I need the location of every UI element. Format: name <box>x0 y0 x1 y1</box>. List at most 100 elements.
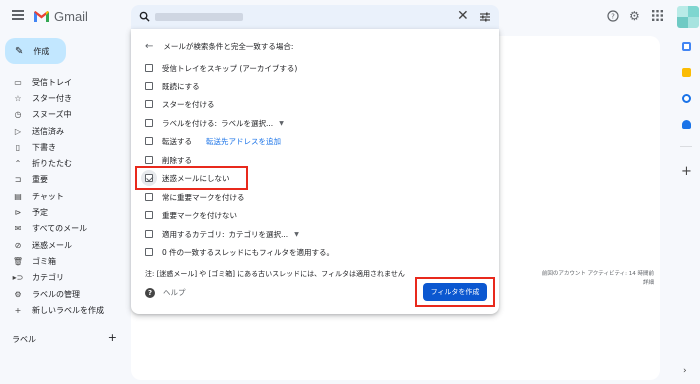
all-mail-icon: ✉ <box>14 224 22 234</box>
help-link[interactable]: ? ヘルプ <box>145 287 186 298</box>
sidebar-item-starred[interactable]: ☆ スター付き <box>0 90 125 106</box>
keep-icon[interactable] <box>682 68 691 77</box>
option-mark-read[interactable]: 既読にする <box>145 80 200 92</box>
sidebar-item-drafts[interactable]: ▯ 下書き <box>0 139 125 155</box>
chat-icon: ▤ <box>14 191 22 201</box>
option-delete[interactable]: 削除する <box>145 154 192 166</box>
option-label: 重要マークを付けない <box>162 210 237 220</box>
option-skip-inbox[interactable]: 受信トレイをスキップ (アーカイブする) <box>145 62 297 74</box>
sidebar-item-label: 受信トレイ <box>32 77 72 87</box>
sidebar-item-collapse[interactable]: ⌃ 折りたたむ <box>0 155 125 171</box>
option-label: 削除する <box>162 155 192 165</box>
draft-icon: ▯ <box>15 142 21 152</box>
option-label: 既読にする <box>162 81 200 91</box>
sidebar-item-inbox[interactable]: ▭ 受信トレイ <box>0 74 125 90</box>
sidebar-item-label: 予定 <box>32 208 48 218</box>
sidebar-item-categories[interactable]: ▸⊃ カテゴリ <box>0 270 125 286</box>
dropdown-caret-icon[interactable]: ▼ <box>279 120 284 127</box>
sidebar-item-label: 下書き <box>32 142 56 152</box>
get-addons-plus-icon[interactable]: + <box>681 165 692 178</box>
clear-search-icon[interactable]: ✕ <box>457 8 469 24</box>
rail-divider <box>680 146 692 147</box>
compose-label: 作成 <box>33 46 50 56</box>
option-label: ラベルを付ける: <box>162 118 218 128</box>
account-activity: 前回のアカウント アクティビティ: 14 時間前 詳細 <box>530 270 654 288</box>
option-always-important[interactable]: 常に重要マークを付ける <box>145 191 245 203</box>
highlight-box-never-spam <box>135 166 248 190</box>
sidebar-item-manage-labels[interactable]: ⚙ ラベルの管理 <box>0 286 125 302</box>
option-label: 転送する <box>162 136 192 146</box>
sidebar-item-sent[interactable]: ▷ 送信済み <box>0 123 125 139</box>
sidebar-item-label: 重要 <box>32 175 48 185</box>
gmail-logo[interactable]: Gmail <box>33 9 88 24</box>
sidebar-item-all-mail[interactable]: ✉ すべてのメール <box>0 221 125 237</box>
apps-grid-icon[interactable] <box>652 10 663 23</box>
filter-header: ← メールが検索条件と完全一致する場合: <box>145 41 293 52</box>
option-never-important[interactable]: 重要マークを付けない <box>145 209 237 221</box>
labels-title: ラベル <box>12 335 36 344</box>
important-icon: ⊐ <box>14 175 22 185</box>
expand-panel-chevron-icon[interactable]: › <box>683 366 687 376</box>
checkbox[interactable] <box>145 156 153 164</box>
sidebar-item-important[interactable]: ⊐ 重要 <box>0 172 125 188</box>
sidebar-item-label: ゴミ箱 <box>32 256 56 266</box>
plus-icon: + <box>14 305 22 315</box>
filter-options-dialog: ← メールが検索条件と完全一致する場合: 受信トレイをスキップ (アーカイブする… <box>131 29 499 314</box>
checkbox[interactable] <box>145 211 153 219</box>
activity-details-link[interactable]: 詳細 <box>530 279 654 288</box>
sidebar-item-label: チャット <box>32 191 64 201</box>
label-select[interactable]: ラベルを選択... <box>221 118 273 129</box>
back-arrow-icon[interactable]: ← <box>145 41 153 52</box>
trash-icon: 🗑 <box>12 256 24 266</box>
sidebar-item-label: 折りたたむ <box>32 159 72 169</box>
option-categorize[interactable]: 適用するカテゴリ: カテゴリを選択... ▼ <box>145 228 299 240</box>
settings-gear-icon[interactable]: ⚙ <box>629 10 640 22</box>
search-bar[interactable]: ✕ <box>131 5 499 29</box>
sidebar-item-chat[interactable]: ▤ チャット <box>0 188 125 204</box>
checkbox[interactable] <box>145 119 153 127</box>
app-name: Gmail <box>54 9 88 24</box>
option-forward[interactable]: 転送する 転送先アドレスを追加 <box>145 135 281 147</box>
option-label: 0 件の一致するスレッドにもフィルタを適用する。 <box>162 247 335 257</box>
sidebar-item-spam[interactable]: ⊘ 迷惑メール <box>0 237 125 253</box>
option-apply-label[interactable]: ラベルを付ける: ラベルを選択... ▼ <box>145 117 284 129</box>
help-label: ヘルプ <box>163 288 186 297</box>
filter-notice: 注: [迷惑メール] や [ゴミ箱] にある古いスレッドには、フィルタは適用され… <box>145 270 405 278</box>
checkbox[interactable] <box>145 100 153 108</box>
tasks-icon[interactable] <box>682 94 691 103</box>
add-label-icon[interactable]: + <box>108 332 117 345</box>
spam-icon: ⊘ <box>14 240 22 250</box>
checkbox[interactable] <box>145 230 153 238</box>
search-query-blurred[interactable] <box>155 13 243 21</box>
sidebar-item-trash[interactable]: 🗑 ゴミ箱 <box>0 253 125 269</box>
checkbox[interactable] <box>145 193 153 201</box>
contacts-icon[interactable] <box>682 120 691 129</box>
filter-header-text: メールが検索条件と完全一致する場合: <box>163 42 294 51</box>
help-icon[interactable]: ? <box>607 10 619 24</box>
checkbox[interactable] <box>145 248 153 256</box>
compose-button[interactable]: ✎ 作成 <box>5 38 66 64</box>
highlight-box-create-filter <box>415 277 495 307</box>
search-icon[interactable] <box>139 11 150 22</box>
checkbox[interactable] <box>145 64 153 72</box>
sidebar-item-label: カテゴリ <box>32 273 64 283</box>
search-options-icon[interactable] <box>479 11 491 23</box>
add-forward-address-link[interactable]: 転送先アドレスを追加 <box>206 136 281 147</box>
category-icon: ▸⊃ <box>12 273 24 283</box>
sidebar-item-label: 送信済み <box>32 126 64 136</box>
clock-icon: ◷ <box>14 110 22 120</box>
option-apply-to-matching[interactable]: 0 件の一致するスレッドにもフィルタを適用する。 <box>145 246 334 258</box>
calendar-icon[interactable] <box>682 42 691 51</box>
main-menu-icon[interactable] <box>12 10 24 20</box>
checkbox[interactable] <box>145 137 153 145</box>
sidebar-item-snoozed[interactable]: ◷ スヌーズ中 <box>0 107 125 123</box>
sidebar-nav: ▭ 受信トレイ ☆ スター付き ◷ スヌーズ中 ▷ 送信済み ▯ 下書き ⌃ 折りたたむ ⊐… <box>0 74 125 318</box>
checkbox[interactable] <box>145 82 153 90</box>
category-select[interactable]: カテゴリを選択... <box>229 229 289 240</box>
inbox-icon: ▭ <box>14 77 22 87</box>
sidebar-item-create-label[interactable]: + 新しいラベルを作成 <box>0 302 125 318</box>
dropdown-caret-icon[interactable]: ▼ <box>294 231 299 238</box>
sidebar-item-label: スター付き <box>32 93 72 103</box>
option-star[interactable]: スターを付ける <box>145 98 215 110</box>
sidebar-item-scheduled[interactable]: ⊳ 予定 <box>0 204 125 220</box>
